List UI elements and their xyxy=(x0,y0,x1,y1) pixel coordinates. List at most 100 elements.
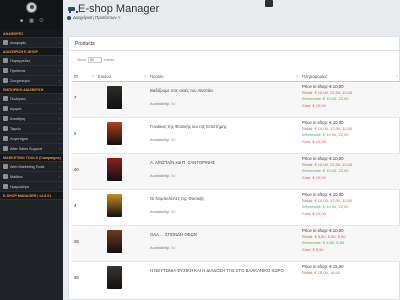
table-row[interactable]: 5 Γυναίκες της Φυσικής και της Επιστήμης A… xyxy=(72,116,400,153)
menu-icon xyxy=(3,146,8,151)
power-icon[interactable]: ⏻ xyxy=(39,18,45,24)
table-header-row: ID Εικόνα Προϊόν Πληροφορίες xyxy=(72,72,400,82)
product-name[interactable]: Γυναίκες της Φυσικής και της Επιστήμης xyxy=(150,118,300,129)
cost-price: Cost: € 10,00 xyxy=(302,138,326,144)
menu-icon xyxy=(3,136,8,141)
help-icon[interactable] xyxy=(265,0,273,7)
cart-icon xyxy=(67,6,78,13)
entries-control: Show 50 entries xyxy=(77,57,114,63)
availability: Availability: 50 xyxy=(150,173,300,178)
sidebar-item[interactable]: Ημερολόγιο › xyxy=(0,182,63,192)
sidebar-item[interactable]: Προϊόντα › xyxy=(0,66,63,76)
menu-icon xyxy=(3,184,8,189)
product-cell: Α. ΑΪΝΣΤΑΪΝ και Π. ΣΑΝΤΟΡΙΝΗΣ Availabilit… xyxy=(148,152,300,189)
retail-price: Retail: € 15,00, 15,00 xyxy=(302,269,341,275)
table-row[interactable]: 38 Η ΝΕΥΤΩΝΙΑ ΦΥΣΙΚΗ ΚΑΙ Η ΔΙΑΔΟΣΗ ΤΗΣ ΣΤ… xyxy=(72,260,400,297)
grid-icon[interactable]: ▦ xyxy=(29,18,35,24)
product-name[interactable]: Α. ΑΪΝΣΤΑΪΝ και Π. ΣΑΝΤΟΡΙΝΗΣ xyxy=(150,154,300,165)
product-id: 40 xyxy=(72,152,96,189)
column-header-product[interactable]: Προϊόν xyxy=(148,72,300,82)
availability-value: 50 xyxy=(171,100,176,106)
breadcrumb-label: Διαχείριση Προϊόντων > xyxy=(73,15,121,20)
page-title: E-shop Manager xyxy=(78,3,160,15)
availability: Availability: 50 xyxy=(150,137,300,142)
menu-icon xyxy=(3,58,8,63)
panel-title: Products xyxy=(69,37,399,51)
availability: Availability: 50 xyxy=(150,209,300,214)
product-image-cell xyxy=(96,260,148,297)
sidebar-item[interactable]: Συσχετισμοί › xyxy=(0,76,63,86)
book-cover-image[interactable] xyxy=(107,85,122,109)
column-header-image[interactable]: Εικόνα xyxy=(96,72,148,82)
topbar: E-shop Manager Διαχείριση Προϊόντων > xyxy=(63,0,400,30)
table-row[interactable]: 7 Βαδίζουμε στις σκιές του Αϊνστάιν Availa… xyxy=(72,80,400,117)
product-cell: Η ΝΕΥΤΩΝΙΑ ΦΥΣΙΚΗ ΚΑΙ Η ΔΙΑΔΟΣΗ ΤΗΣ ΣΤΟ … xyxy=(148,260,300,297)
sidebar-item[interactable]: Παραγγελίες › xyxy=(0,56,63,66)
products-table: ID Εικόνα Προϊόν Πληροφορίες 7 Βαδίζουμε … xyxy=(72,72,400,297)
products-panel: Products Show 50 entries ID Εικόνα Προϊό… xyxy=(68,36,400,300)
product-name[interactable]: ΟΛΑ.... ΣΠΟΝΔΗ ΘΕΩΝ xyxy=(150,226,300,237)
table-row[interactable]: 40 Α. ΑΪΝΣΤΑΪΝ και Π. ΣΑΝΤΟΡΙΝΗΣ Availabil… xyxy=(72,152,400,189)
product-name[interactable]: Οι Νομπελίστες της Φυσικής xyxy=(150,190,300,201)
sidebar-item[interactable]: Ταμείο › xyxy=(0,124,63,134)
product-name[interactable]: Η ΝΕΥΤΩΝΙΑ ΦΥΣΙΚΗ ΚΑΙ Η ΔΙΑΔΟΣΗ ΤΗΣ ΣΤΟ … xyxy=(150,262,300,273)
product-id: 5 xyxy=(72,116,96,153)
availability-label: Availability: xyxy=(150,244,170,250)
menu-icon xyxy=(3,116,8,121)
book-cover-image[interactable] xyxy=(107,121,122,145)
availability: Availability: 50 xyxy=(150,245,300,250)
home-icon xyxy=(67,15,71,20)
sidebar-item[interactable]: Αναφορές › xyxy=(0,38,63,48)
menu-icon xyxy=(3,78,8,83)
product-info: Price in shop: € 15,00 Retail: € 15,00, 1… xyxy=(300,260,400,297)
sidebar-item[interactable]: Λογιστήριο › xyxy=(0,134,63,144)
availability: Availability: 50 xyxy=(150,101,300,106)
availability-label: Availability: xyxy=(150,100,170,106)
sidebar-item[interactable]: Πωλήσεις › xyxy=(0,94,63,104)
availability-label: Availability: xyxy=(150,208,170,214)
product-cell: Γυναίκες της Φυσικής και της Επιστήμης Av… xyxy=(148,116,300,153)
book-cover-image[interactable] xyxy=(107,157,122,181)
sidebar-item-label: Συσχετισμοί xyxy=(10,78,30,83)
sidebar-item[interactable]: Αποθήκη › xyxy=(0,114,63,124)
menu-icon xyxy=(3,126,8,131)
sidebar-item-label: Λογιστήριο xyxy=(10,136,28,141)
cost-price: Cost: € 5,50 xyxy=(302,246,324,252)
entries-label: entries xyxy=(103,58,115,62)
sidebar-item[interactable]: Web Marketing Tools › xyxy=(0,162,63,172)
sidebar-section-title: ΕΜΠΟΡΙΚΗ ΔΙΑΧΕΙΡΙΣΗ xyxy=(0,86,63,94)
sidebar-item[interactable]: Mailbox › xyxy=(0,172,63,182)
table-row[interactable]: 39 ΟΛΑ.... ΣΠΟΝΔΗ ΘΕΩΝ Availability: 50 Pri… xyxy=(72,224,400,261)
product-info: Price in shop: € 10,00 Retail: € 10,00, 2… xyxy=(300,80,400,117)
avatar[interactable] xyxy=(26,2,37,13)
book-cover-image[interactable] xyxy=(107,265,122,289)
product-name[interactable]: Βαδίζουμε στις σκιές του Αϊνστάιν xyxy=(150,82,300,93)
breadcrumb[interactable]: Διαχείριση Προϊόντων > xyxy=(67,15,121,20)
product-id: 4 xyxy=(72,188,96,225)
product-id: 7 xyxy=(72,80,96,117)
sidebar-item-label: Παραγγελίες xyxy=(10,58,31,63)
book-cover-image[interactable] xyxy=(107,193,122,217)
menu-icon xyxy=(3,174,8,179)
sidebar-section-title: MARKETING TOOLS (Campaigns) xyxy=(0,154,63,162)
product-image-cell xyxy=(96,80,148,117)
sidebar-item-label: Αγορές xyxy=(10,106,22,111)
menu-icon xyxy=(3,68,8,73)
availability-label: Availability: xyxy=(150,136,170,142)
sidebar-item[interactable]: After Sales Support › xyxy=(0,144,63,154)
title-row: E-shop Manager xyxy=(67,3,159,15)
column-header-info[interactable]: Πληροφορίες xyxy=(300,72,400,82)
sidebar-item[interactable]: Αγορές › xyxy=(0,104,63,114)
sidebar-section-title: ΔΙΑΧΕΙΡΙΣΗ E-SHOP xyxy=(0,48,63,56)
menu-icon xyxy=(3,164,8,169)
book-cover-image[interactable] xyxy=(107,229,122,253)
column-header-id[interactable]: ID xyxy=(72,72,96,82)
entries-select[interactable]: 50 xyxy=(87,57,102,63)
availability-label: Availability: xyxy=(150,172,170,178)
sidebar-item-label: After Sales Support xyxy=(10,146,42,151)
sidebar-item-label: Web Marketing Tools xyxy=(10,164,45,169)
table-row[interactable]: 4 Οι Νομπελίστες της Φυσικής Availability:… xyxy=(72,188,400,225)
product-cell: Βαδίζουμε στις σκιές του Αϊνστάιν Availab… xyxy=(148,80,300,117)
lock-icon[interactable]: ■ xyxy=(19,18,25,24)
availability-value: 50 xyxy=(171,208,176,214)
